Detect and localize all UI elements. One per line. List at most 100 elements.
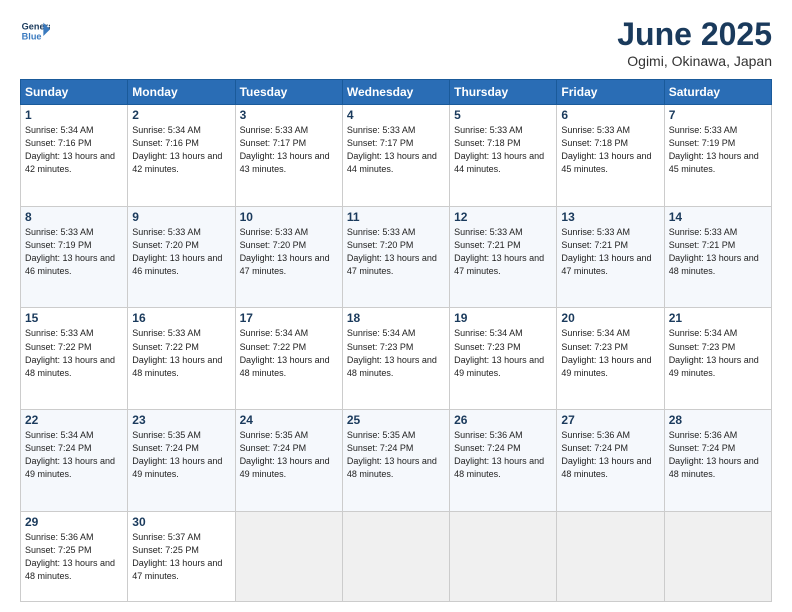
empty-day [450, 511, 557, 601]
day-info: Sunrise: 5:34 AMSunset: 7:23 PMDaylight:… [561, 327, 659, 379]
day-23: 23 Sunrise: 5:35 AMSunset: 7:24 PMDaylig… [128, 410, 235, 512]
empty-day [342, 511, 449, 601]
day-27: 27 Sunrise: 5:36 AMSunset: 7:24 PMDaylig… [557, 410, 664, 512]
day-number: 23 [132, 413, 230, 427]
day-number: 28 [669, 413, 767, 427]
day-info: Sunrise: 5:34 AMSunset: 7:23 PMDaylight:… [669, 327, 767, 379]
day-info: Sunrise: 5:33 AMSunset: 7:17 PMDaylight:… [347, 124, 445, 176]
day-info: Sunrise: 5:33 AMSunset: 7:21 PMDaylight:… [561, 226, 659, 278]
day-info: Sunrise: 5:36 AMSunset: 7:24 PMDaylight:… [454, 429, 552, 481]
day-13: 13 Sunrise: 5:33 AMSunset: 7:21 PMDaylig… [557, 206, 664, 308]
day-number: 1 [25, 108, 123, 122]
header-monday: Monday [128, 80, 235, 105]
weekday-header-row: Sunday Monday Tuesday Wednesday Thursday… [21, 80, 772, 105]
day-number: 25 [347, 413, 445, 427]
day-29: 29 Sunrise: 5:36 AMSunset: 7:25 PMDaylig… [21, 511, 128, 601]
day-number: 8 [25, 210, 123, 224]
day-number: 29 [25, 515, 123, 529]
day-number: 2 [132, 108, 230, 122]
day-3: 3 Sunrise: 5:33 AMSunset: 7:17 PMDayligh… [235, 105, 342, 207]
day-11: 11 Sunrise: 5:33 AMSunset: 7:20 PMDaylig… [342, 206, 449, 308]
day-number: 24 [240, 413, 338, 427]
logo: General Blue [20, 16, 50, 46]
day-15: 15 Sunrise: 5:33 AMSunset: 7:22 PMDaylig… [21, 308, 128, 410]
day-number: 27 [561, 413, 659, 427]
day-info: Sunrise: 5:33 AMSunset: 7:17 PMDaylight:… [240, 124, 338, 176]
day-4: 4 Sunrise: 5:33 AMSunset: 7:17 PMDayligh… [342, 105, 449, 207]
day-number: 5 [454, 108, 552, 122]
day-info: Sunrise: 5:35 AMSunset: 7:24 PMDaylight:… [240, 429, 338, 481]
calendar-table: Sunday Monday Tuesday Wednesday Thursday… [20, 79, 772, 602]
day-info: Sunrise: 5:34 AMSunset: 7:16 PMDaylight:… [132, 124, 230, 176]
day-number: 12 [454, 210, 552, 224]
empty-day [557, 511, 664, 601]
day-info: Sunrise: 5:33 AMSunset: 7:18 PMDaylight:… [454, 124, 552, 176]
day-number: 6 [561, 108, 659, 122]
page: General Blue June 2025 Ogimi, Okinawa, J… [0, 0, 792, 612]
day-number: 9 [132, 210, 230, 224]
day-info: Sunrise: 5:35 AMSunset: 7:24 PMDaylight:… [132, 429, 230, 481]
day-12: 12 Sunrise: 5:33 AMSunset: 7:21 PMDaylig… [450, 206, 557, 308]
calendar-subtitle: Ogimi, Okinawa, Japan [617, 53, 772, 69]
day-info: Sunrise: 5:33 AMSunset: 7:22 PMDaylight:… [25, 327, 123, 379]
day-7: 7 Sunrise: 5:33 AMSunset: 7:19 PMDayligh… [664, 105, 771, 207]
day-number: 20 [561, 311, 659, 325]
svg-text:Blue: Blue [22, 31, 42, 41]
day-16: 16 Sunrise: 5:33 AMSunset: 7:22 PMDaylig… [128, 308, 235, 410]
day-18: 18 Sunrise: 5:34 AMSunset: 7:23 PMDaylig… [342, 308, 449, 410]
day-22: 22 Sunrise: 5:34 AMSunset: 7:24 PMDaylig… [21, 410, 128, 512]
title-block: June 2025 Ogimi, Okinawa, Japan [617, 16, 772, 69]
day-28: 28 Sunrise: 5:36 AMSunset: 7:24 PMDaylig… [664, 410, 771, 512]
day-info: Sunrise: 5:33 AMSunset: 7:21 PMDaylight:… [454, 226, 552, 278]
day-2: 2 Sunrise: 5:34 AMSunset: 7:16 PMDayligh… [128, 105, 235, 207]
day-number: 17 [240, 311, 338, 325]
empty-day [664, 511, 771, 601]
day-info: Sunrise: 5:34 AMSunset: 7:23 PMDaylight:… [347, 327, 445, 379]
day-number: 30 [132, 515, 230, 529]
header-wednesday: Wednesday [342, 80, 449, 105]
day-info: Sunrise: 5:33 AMSunset: 7:19 PMDaylight:… [669, 124, 767, 176]
calendar-title: June 2025 [617, 16, 772, 53]
day-25: 25 Sunrise: 5:35 AMSunset: 7:24 PMDaylig… [342, 410, 449, 512]
day-number: 10 [240, 210, 338, 224]
day-number: 16 [132, 311, 230, 325]
header-sunday: Sunday [21, 80, 128, 105]
day-number: 11 [347, 210, 445, 224]
day-number: 7 [669, 108, 767, 122]
day-30: 30 Sunrise: 5:37 AMSunset: 7:25 PMDaylig… [128, 511, 235, 601]
day-info: Sunrise: 5:35 AMSunset: 7:24 PMDaylight:… [347, 429, 445, 481]
day-info: Sunrise: 5:33 AMSunset: 7:22 PMDaylight:… [132, 327, 230, 379]
day-info: Sunrise: 5:36 AMSunset: 7:24 PMDaylight:… [669, 429, 767, 481]
day-info: Sunrise: 5:36 AMSunset: 7:25 PMDaylight:… [25, 531, 123, 583]
day-info: Sunrise: 5:33 AMSunset: 7:20 PMDaylight:… [347, 226, 445, 278]
day-number: 4 [347, 108, 445, 122]
day-number: 26 [454, 413, 552, 427]
logo-icon: General Blue [20, 16, 50, 46]
day-number: 18 [347, 311, 445, 325]
day-info: Sunrise: 5:34 AMSunset: 7:24 PMDaylight:… [25, 429, 123, 481]
day-10: 10 Sunrise: 5:33 AMSunset: 7:20 PMDaylig… [235, 206, 342, 308]
day-9: 9 Sunrise: 5:33 AMSunset: 7:20 PMDayligh… [128, 206, 235, 308]
header-friday: Friday [557, 80, 664, 105]
day-5: 5 Sunrise: 5:33 AMSunset: 7:18 PMDayligh… [450, 105, 557, 207]
header-saturday: Saturday [664, 80, 771, 105]
day-17: 17 Sunrise: 5:34 AMSunset: 7:22 PMDaylig… [235, 308, 342, 410]
day-1: 1 Sunrise: 5:34 AMSunset: 7:16 PMDayligh… [21, 105, 128, 207]
header-tuesday: Tuesday [235, 80, 342, 105]
day-number: 22 [25, 413, 123, 427]
day-21: 21 Sunrise: 5:34 AMSunset: 7:23 PMDaylig… [664, 308, 771, 410]
day-info: Sunrise: 5:33 AMSunset: 7:20 PMDaylight:… [132, 226, 230, 278]
day-info: Sunrise: 5:34 AMSunset: 7:22 PMDaylight:… [240, 327, 338, 379]
header: General Blue June 2025 Ogimi, Okinawa, J… [20, 16, 772, 69]
day-info: Sunrise: 5:34 AMSunset: 7:23 PMDaylight:… [454, 327, 552, 379]
day-info: Sunrise: 5:37 AMSunset: 7:25 PMDaylight:… [132, 531, 230, 583]
day-info: Sunrise: 5:36 AMSunset: 7:24 PMDaylight:… [561, 429, 659, 481]
day-number: 13 [561, 210, 659, 224]
empty-day [235, 511, 342, 601]
day-26: 26 Sunrise: 5:36 AMSunset: 7:24 PMDaylig… [450, 410, 557, 512]
day-info: Sunrise: 5:34 AMSunset: 7:16 PMDaylight:… [25, 124, 123, 176]
day-number: 14 [669, 210, 767, 224]
day-number: 3 [240, 108, 338, 122]
header-thursday: Thursday [450, 80, 557, 105]
day-19: 19 Sunrise: 5:34 AMSunset: 7:23 PMDaylig… [450, 308, 557, 410]
